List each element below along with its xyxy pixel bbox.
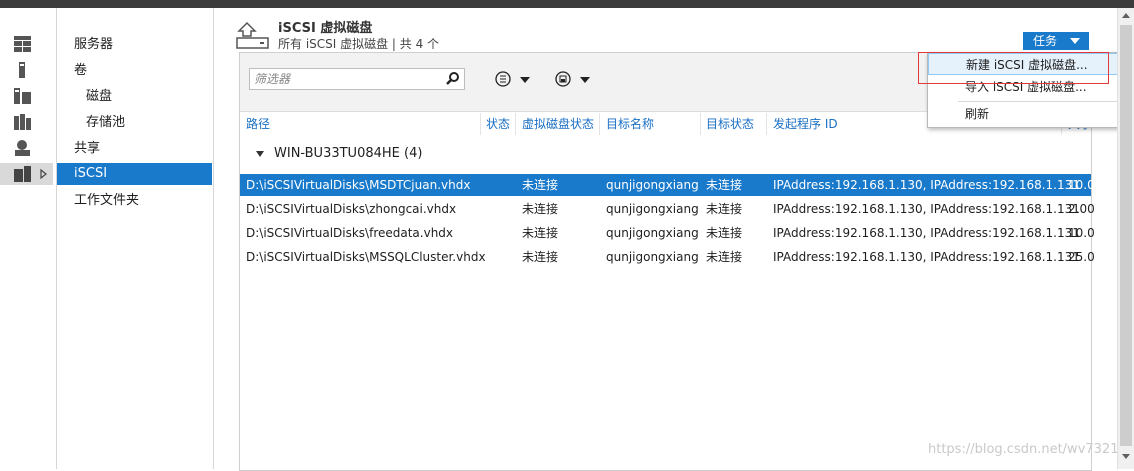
title-bar <box>0 0 1134 8</box>
virtual-disk-icon <box>236 20 270 53</box>
filter-input[interactable] <box>250 69 434 89</box>
nav-item-servers[interactable]: 服务器 <box>74 34 113 56</box>
menu-separator <box>958 101 1128 102</box>
cell-initiator-id: IPAddress:192.168.1.130, IPAddress:192.1… <box>773 178 1080 192</box>
cell-size: 10.0 <box>1068 226 1095 240</box>
file-storage-icon[interactable] <box>14 166 47 182</box>
save-query-button[interactable] <box>555 71 595 89</box>
cell-size: 25.0 <box>1068 250 1095 264</box>
scroll-up-icon[interactable] <box>1122 13 1130 18</box>
watermark: https://blog.csdn.net/wv7321 <box>928 442 1119 457</box>
table-row[interactable]: D:\iSCSIVirtualDisks\MSSQLCluster.vhdx 未连… <box>240 246 1095 268</box>
tasks-label: 任务 <box>1033 34 1058 48</box>
nav-item-volumes[interactable]: 卷 <box>74 60 87 82</box>
cell-target-status: 未连接 <box>706 202 743 216</box>
server-group-label: WIN-BU33TU084HE (4) <box>274 146 423 161</box>
cell-initiator-id: IPAddress:192.168.1.130, IPAddress:192.1… <box>773 226 1080 240</box>
cell-size: 2.00 <box>1068 202 1095 216</box>
chevron-down-icon <box>520 77 530 83</box>
column-header-path[interactable]: 路径 <box>246 115 270 133</box>
iis-icon[interactable] <box>14 140 31 156</box>
chevron-down-icon <box>580 77 590 83</box>
nav-item-shares[interactable]: 共享 <box>74 138 100 160</box>
scroll-down-icon[interactable] <box>1122 454 1130 459</box>
dashboard-icon[interactable] <box>14 36 31 52</box>
nav-pane: 服务器 卷 磁盘 存储池 共享 iSCSI 工作文件夹 <box>57 8 214 469</box>
scroll-thumb[interactable] <box>1120 25 1132 446</box>
server-group-header[interactable]: WIN-BU33TU084HE (4) <box>256 146 422 161</box>
filter-box[interactable] <box>249 68 465 90</box>
all-servers-icon[interactable] <box>14 88 31 104</box>
nav-item-work-folders[interactable]: 工作文件夹 <box>74 190 139 212</box>
local-server-icon[interactable] <box>14 62 31 78</box>
column-header-target-name[interactable]: 目标名称 <box>606 115 654 133</box>
tasks-button[interactable]: 任务 <box>1023 32 1089 50</box>
cell-path: D:\iSCSIVirtualDisks\MSSQLCluster.vhdx <box>246 250 486 264</box>
page-title: iSCSI 虚拟磁盘 <box>278 21 373 36</box>
icon-rail <box>0 8 57 469</box>
column-divider <box>700 113 701 135</box>
search-icon[interactable] <box>446 72 460 89</box>
vertical-scrollbar[interactable] <box>1117 8 1134 469</box>
cell-target-status: 未连接 <box>706 178 743 192</box>
column-header-disk-status[interactable]: 虚拟磁盘状态 <box>522 115 594 133</box>
cell-target-name: qunjigongxiang <box>606 226 699 240</box>
cell-path: D:\iSCSIVirtualDisks\MSDTCjuan.vhdx <box>246 178 471 192</box>
nav-item-storage-pools[interactable]: 存储池 <box>86 112 125 134</box>
cell-disk-status: 未连接 <box>522 178 559 192</box>
column-header-initiator-id[interactable]: 发起程序 ID <box>773 115 838 133</box>
table-row[interactable]: D:\iSCSIVirtualDisks\zhongcai.vhdx 未连接 qun… <box>240 198 1095 220</box>
cell-target-status: 未连接 <box>706 250 743 264</box>
annotation-highlight-box <box>918 52 1109 84</box>
server-group-icon[interactable] <box>14 114 31 130</box>
column-divider <box>599 113 600 135</box>
save-icon <box>555 71 571 87</box>
cell-disk-status: 未连接 <box>522 202 559 216</box>
chevron-down-icon <box>1070 38 1080 44</box>
list-options-icon <box>495 71 511 87</box>
cell-target-name: qunjigongxiang <box>606 250 699 264</box>
column-divider <box>515 113 516 135</box>
cell-path: D:\iSCSIVirtualDisks\freedata.vhdx <box>246 226 454 240</box>
cell-initiator-id: IPAddress:192.168.1.130, IPAddress:192.1… <box>773 202 1080 216</box>
cell-disk-status: 未连接 <box>522 250 559 264</box>
cell-target-status: 未连接 <box>706 226 743 240</box>
list-view-button[interactable] <box>495 71 535 89</box>
cell-size: 10.0 <box>1068 178 1095 192</box>
menu-item-refresh[interactable]: 刷新 <box>928 103 1131 125</box>
cell-disk-status: 未连接 <box>522 226 559 240</box>
column-header-target-status[interactable]: 目标状态 <box>706 115 754 133</box>
collapse-triangle-icon[interactable] <box>256 150 264 157</box>
table-row[interactable]: D:\iSCSIVirtualDisks\MSDTCjuan.vhdx 未连接 qu… <box>240 174 1095 196</box>
table-row[interactable]: D:\iSCSIVirtualDisks\freedata.vhdx 未连接 qun… <box>240 222 1095 244</box>
nav-item-disks[interactable]: 磁盘 <box>86 86 112 108</box>
nav-item-iscsi[interactable]: iSCSI <box>57 163 212 185</box>
column-divider <box>766 113 767 135</box>
cell-initiator-id: IPAddress:192.168.1.130, IPAddress:192.1… <box>773 250 1080 264</box>
column-header-status[interactable]: 状态 <box>486 115 510 133</box>
cell-path: D:\iSCSIVirtualDisks\zhongcai.vhdx <box>246 202 457 216</box>
cell-target-name: qunjigongxiang <box>606 178 699 192</box>
page-subtitle: 所有 iSCSI 虚拟磁盘 | 共 4 个 <box>278 37 440 51</box>
cell-target-name: qunjigongxiang <box>606 202 699 216</box>
column-divider <box>480 113 481 135</box>
